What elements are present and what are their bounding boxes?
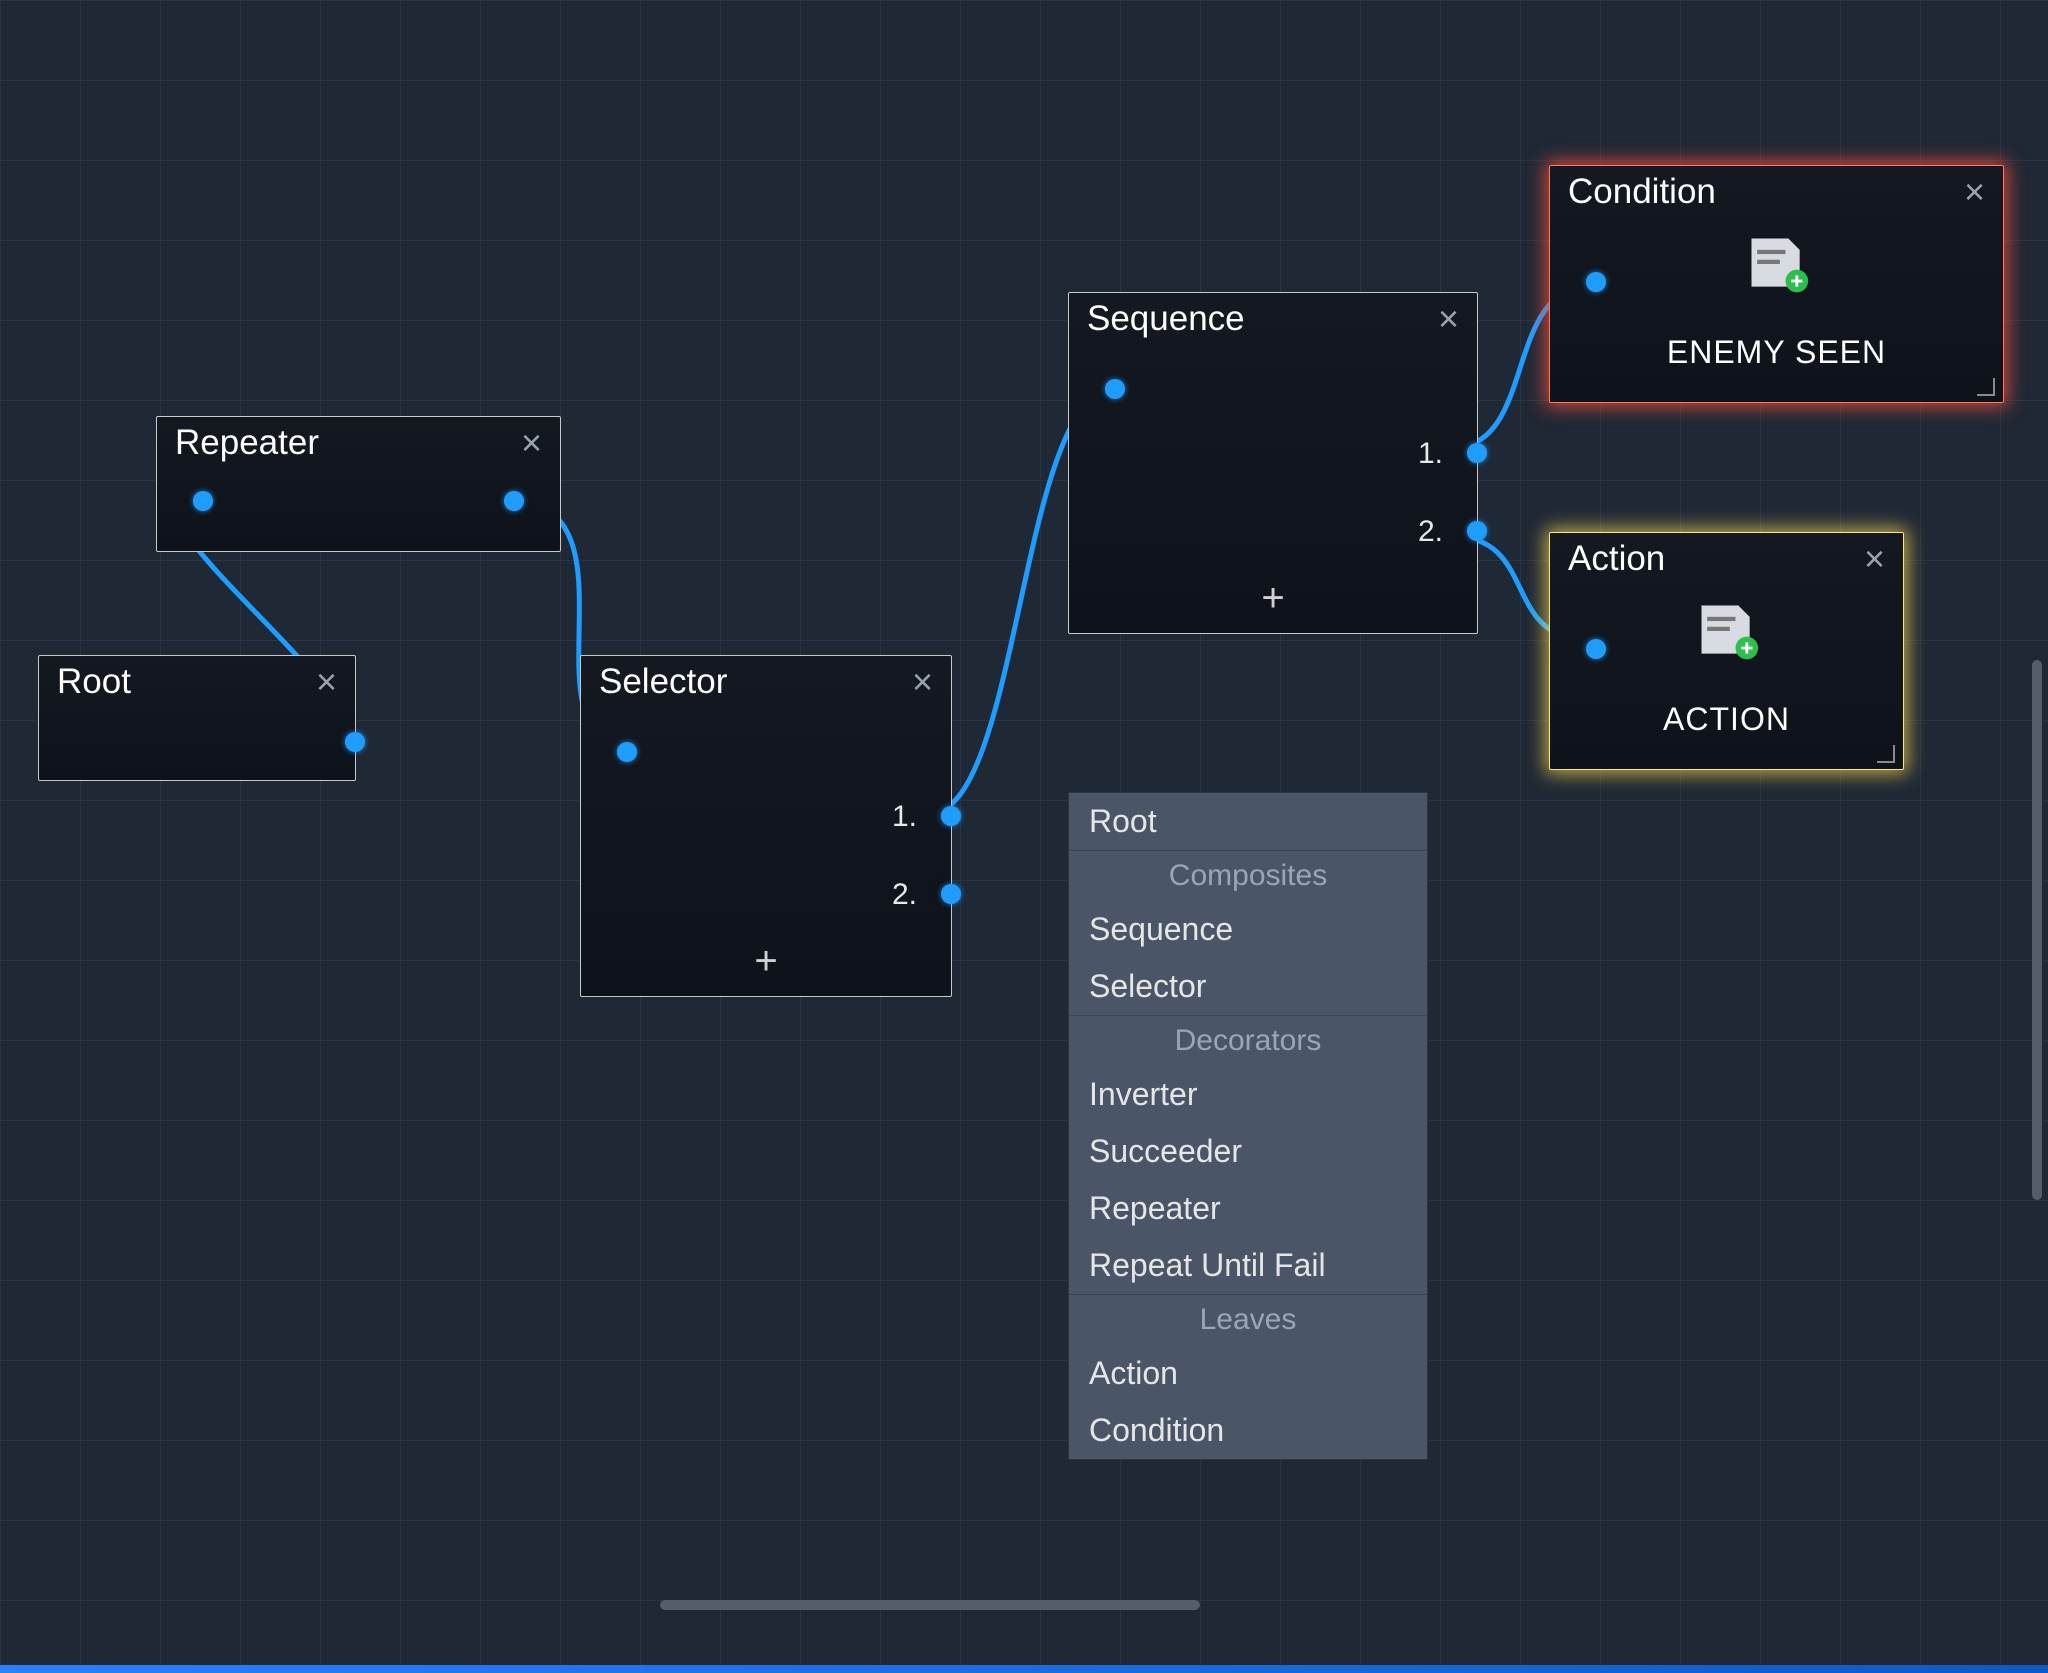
menu-item-root[interactable]: Root xyxy=(1069,793,1427,850)
port-out[interactable] xyxy=(345,732,365,752)
close-icon[interactable]: × xyxy=(912,664,933,700)
port-in[interactable] xyxy=(1586,272,1606,292)
resize-handle[interactable] xyxy=(1877,745,1895,763)
node-action-title: Action xyxy=(1568,539,1665,579)
node-selector-title: Selector xyxy=(599,662,727,702)
script-icon xyxy=(1693,601,1761,661)
slot-label-1: 1. xyxy=(1418,437,1443,471)
plus-icon[interactable]: + xyxy=(1261,576,1284,621)
port-in[interactable] xyxy=(193,491,213,511)
port-out[interactable] xyxy=(504,491,524,511)
node-sequence-title: Sequence xyxy=(1087,299,1245,339)
close-icon[interactable]: × xyxy=(1438,301,1459,337)
node-action-value: ACTION xyxy=(1550,701,1903,738)
node-sequence[interactable]: Sequence × 1. 2. + xyxy=(1068,292,1478,634)
close-icon[interactable]: × xyxy=(1964,174,1985,210)
slot-label-2: 2. xyxy=(892,878,917,912)
node-condition-value: ENEMY SEEN xyxy=(1550,334,2003,371)
port-out-1[interactable] xyxy=(941,806,961,826)
port-in[interactable] xyxy=(1586,639,1606,659)
slot-label-2: 2. xyxy=(1418,515,1443,549)
close-icon[interactable]: × xyxy=(316,664,337,700)
menu-section-decorators: Decorators xyxy=(1069,1015,1427,1066)
port-out-2[interactable] xyxy=(1467,521,1487,541)
menu-item-inverter[interactable]: Inverter xyxy=(1069,1066,1427,1123)
context-menu[interactable]: Root Composites Sequence Selector Decora… xyxy=(1068,792,1428,1460)
node-repeater[interactable]: Repeater × xyxy=(156,416,561,552)
menu-item-sequence[interactable]: Sequence xyxy=(1069,901,1427,958)
port-out-1[interactable] xyxy=(1467,443,1487,463)
plus-icon[interactable]: + xyxy=(754,939,777,984)
node-repeater-title: Repeater xyxy=(175,423,319,463)
node-selector[interactable]: Selector × 1. 2. + xyxy=(580,655,952,997)
node-action[interactable]: Action × ACTION xyxy=(1549,532,1904,770)
menu-item-selector[interactable]: Selector xyxy=(1069,958,1427,1015)
menu-item-condition[interactable]: Condition xyxy=(1069,1402,1427,1459)
close-icon[interactable]: × xyxy=(521,425,542,461)
menu-item-succeeder[interactable]: Succeeder xyxy=(1069,1123,1427,1180)
node-root-title: Root xyxy=(57,662,131,702)
bottom-taskbar-edge xyxy=(0,1665,2048,1673)
node-condition[interactable]: Condition × ENEMY SEEN xyxy=(1549,165,2004,403)
menu-item-action[interactable]: Action xyxy=(1069,1345,1427,1402)
menu-item-repeat-until-fail[interactable]: Repeat Until Fail xyxy=(1069,1237,1427,1294)
menu-item-repeater[interactable]: Repeater xyxy=(1069,1180,1427,1237)
node-root[interactable]: Root × xyxy=(38,655,356,781)
resize-handle[interactable] xyxy=(1977,378,1995,396)
port-in[interactable] xyxy=(617,742,637,762)
scrollbar-horizontal[interactable] xyxy=(660,1600,1200,1610)
port-out-2[interactable] xyxy=(941,884,961,904)
scrollbar-vertical[interactable] xyxy=(2032,660,2042,1200)
menu-section-composites: Composites xyxy=(1069,850,1427,901)
port-in[interactable] xyxy=(1105,379,1125,399)
slot-label-1: 1. xyxy=(892,800,917,834)
node-condition-title: Condition xyxy=(1568,172,1716,212)
menu-section-leaves: Leaves xyxy=(1069,1294,1427,1345)
close-icon[interactable]: × xyxy=(1864,541,1885,577)
script-icon xyxy=(1743,234,1811,294)
